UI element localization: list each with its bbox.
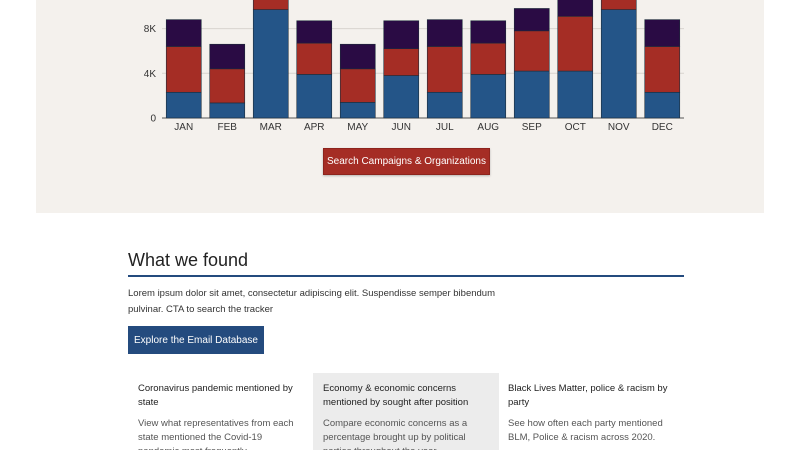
bar-segment-mar-0[interactable] — [252, 9, 289, 119]
bar-segment-nov-1[interactable] — [600, 0, 637, 10]
bar-segment-feb-1[interactable] — [209, 68, 246, 104]
card-body: View what representatives from each stat… — [138, 418, 294, 450]
section-divider — [128, 275, 684, 277]
email-volume-chart: 0 4K 8K JAN FEB MAR APR MAY JUN JUL AUG SEP OCT NOV DE… — [144, 0, 684, 133]
y-tick-label: 4K — [144, 69, 157, 80]
bar-segment-mar-1[interactable] — [252, 0, 289, 10]
x-tick-label: AUG — [477, 122, 499, 133]
bar-segment-sep-1[interactable] — [513, 30, 550, 72]
bar-segment-feb-0[interactable] — [209, 102, 246, 119]
bar-segment-jan-1[interactable] — [165, 46, 202, 93]
bar-segment-may-1[interactable] — [339, 68, 376, 103]
card-title: Coronavirus pandemic mentioned by state — [138, 383, 293, 408]
card-title: Black Lives Matter, police & racism by p… — [508, 383, 668, 408]
bar-segment-jun-2[interactable] — [383, 20, 420, 50]
bar-segment-sep-2[interactable] — [513, 8, 550, 32]
finding-card-coronavirus[interactable]: Coronavirus pandemic mentioned by state … — [128, 373, 314, 450]
bar-segment-oct-2[interactable] — [557, 0, 594, 17]
explore-email-database-button[interactable]: Explore the Email Database — [128, 326, 264, 354]
card-body: See how often each party mentioned BLM, … — [508, 418, 663, 443]
bar-segment-feb-2[interactable] — [209, 43, 246, 70]
bar-segment-apr-0[interactable] — [296, 74, 333, 119]
bar-segment-sep-0[interactable] — [513, 70, 550, 119]
bar-segment-jul-1[interactable] — [426, 46, 463, 93]
chart-panel: 0 4K 8K JAN FEB MAR APR MAY JUN JUL AUG SEP OCT NOV DE… — [36, 0, 764, 213]
finding-card-blm[interactable]: Black Lives Matter, police & racism by p… — [498, 373, 684, 450]
bar-segment-apr-1[interactable] — [296, 42, 333, 75]
bar-segment-jun-0[interactable] — [383, 75, 420, 119]
bar-segment-aug-0[interactable] — [470, 74, 507, 119]
x-tick-label: FEB — [218, 122, 238, 133]
x-tick-label: DEC — [652, 122, 673, 133]
x-tick-label: JUN — [392, 122, 411, 133]
bar-segment-jan-0[interactable] — [165, 91, 202, 119]
x-tick-label: JAN — [174, 122, 193, 133]
bar-segment-oct-0[interactable] — [557, 70, 594, 119]
x-tick-label: SEP — [522, 122, 542, 133]
x-tick-label: MAY — [347, 122, 368, 133]
bar-segment-dec-1[interactable] — [644, 46, 681, 93]
y-tick-label: 8K — [144, 24, 157, 35]
x-tick-label: OCT — [565, 122, 586, 133]
section-intro: Lorem ipsum dolor sit amet, consectetur … — [128, 288, 495, 315]
bar-segment-nov-0[interactable] — [600, 9, 637, 119]
card-body: Compare economic concerns as a percentag… — [323, 418, 468, 450]
card-title: Economy & economic concerns mentioned by… — [323, 383, 469, 408]
bar-segment-aug-2[interactable] — [470, 20, 507, 44]
bar-segment-aug-1[interactable] — [470, 42, 507, 75]
bar-segment-may-0[interactable] — [339, 102, 376, 119]
bar-segment-dec-2[interactable] — [644, 19, 681, 47]
finding-card-economy[interactable]: Economy & economic concerns mentioned by… — [313, 373, 499, 450]
bar-segment-jul-2[interactable] — [426, 19, 463, 47]
y-tick-label: 0 — [150, 114, 156, 125]
section-title: What we found — [128, 250, 249, 270]
bar-segment-jan-2[interactable] — [165, 19, 202, 47]
bar-segment-jun-1[interactable] — [383, 48, 420, 76]
x-tick-label: APR — [304, 122, 325, 133]
bar-segment-apr-2[interactable] — [296, 20, 333, 44]
x-tick-label: MAR — [260, 122, 282, 133]
x-tick-label: JUL — [436, 122, 454, 133]
search-campaigns-button[interactable]: Search Campaigns & Organizations — [323, 148, 490, 175]
bar-segment-may-2[interactable] — [339, 43, 376, 70]
bar-segment-oct-1[interactable] — [557, 15, 594, 72]
bar-segment-dec-0[interactable] — [644, 91, 681, 119]
bar-segment-jul-0[interactable] — [426, 91, 463, 119]
x-tick-label: NOV — [608, 122, 630, 133]
